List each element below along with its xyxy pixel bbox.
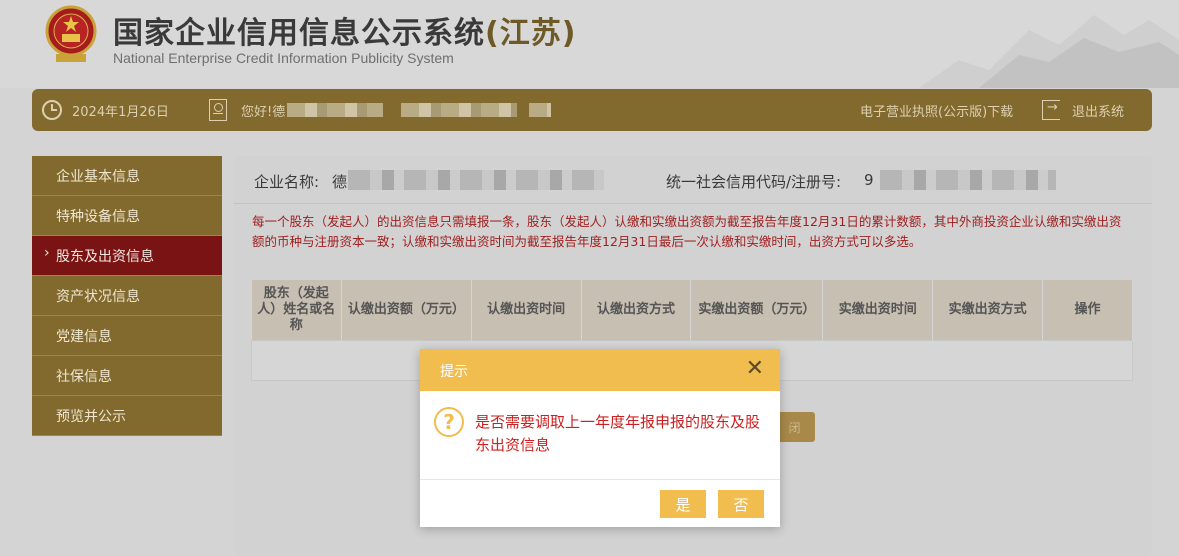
national-emblem-icon [45,5,97,62]
close-icon[interactable]: ✕ [746,357,764,381]
col-paid-amount: 实缴出资额（万元） [690,280,824,340]
clock-icon [42,100,62,120]
dialog-divider [420,479,780,480]
logout-link[interactable]: 退出系统 [1042,89,1124,131]
company-name-value: 德 [332,173,348,191]
filing-notice: 每一个股东（发起人）的出资信息只需填报一条，股东（发起人）认缴和实缴出资额为截至… [252,214,1122,249]
col-paid-method: 实缴出资方式 [932,280,1044,340]
credit-code-label: 统一社会信用代码/注册号: [666,173,842,191]
sidebar-item-special-equipment[interactable]: 特种设备信息 [32,196,222,236]
dialog-title: 提示 [440,364,468,380]
mountain-landscape-decoration [919,15,1179,88]
credit-code-value: 9 [864,171,874,189]
greeting-text: 您好!德 [241,104,286,120]
sidebar-item-social-security[interactable]: 社保信息 [32,356,222,396]
col-subscribed-method: 认缴出资方式 [581,280,692,340]
sidebar-item-assets[interactable]: 资产状况信息 [32,276,222,316]
col-shareholder-name: 股东（发起人）姓名或名称 [251,280,342,340]
sidebar-item-basic-info[interactable]: 企业基本信息 [32,156,222,196]
no-button[interactable]: 否 [718,490,764,518]
redacted-name [529,103,552,117]
sidebar-nav: 企业基本信息 特种设备信息 股东及出资信息 资产状况信息 党建信息 社保信息 预… [32,156,222,436]
col-paid-time: 实缴出资时间 [822,280,934,340]
province-label: (江苏) [485,16,577,51]
redacted-credit-code [880,170,1056,190]
company-info-row: 企业名称: 德 统一社会信用代码/注册号: 9 [234,156,1152,204]
redacted-name [401,103,518,117]
company-name-label: 企业名称: [254,173,320,191]
col-subscribed-time: 认缴出资时间 [471,280,582,340]
user-greeting: 您好!德 [209,89,552,131]
site-title-en: National Enterprise Credit Information P… [113,50,454,66]
redacted-company-name [348,170,604,190]
logout-icon [1042,100,1060,120]
license-download-link[interactable]: 电子营业执照(公示版)下载 [860,89,1013,131]
dialog-header: 提示 ✕ [420,349,780,391]
site-title: 国家企业信用信息公示系统(江苏) [113,16,577,51]
sidebar-item-party-building[interactable]: 党建信息 [32,316,222,356]
redacted-name [287,103,384,117]
col-actions: 操作 [1042,280,1133,340]
sidebar-item-preview-publish[interactable]: 预览并公示 [32,396,222,436]
sidebar-item-shareholders[interactable]: 股东及出资信息 [32,236,222,276]
question-icon: ? [434,407,464,437]
date-text: 2024年1月26日 [72,104,169,120]
close-button[interactable]: 闭 [774,412,815,442]
prompt-dialog: 提示 ✕ ? 是否需要调取上一年度年报申报的股东及股东出资信息 是 否 [420,349,780,527]
col-subscribed-amount: 认缴出资额（万元） [341,280,472,340]
dialog-message: 是否需要调取上一年度年报申报的股东及股东出资信息 [475,413,761,454]
date-display: 2024年1月26日 [42,89,169,131]
logout-text: 退出系统 [1072,104,1125,120]
site-header: 国家企业信用信息公示系统(江苏) National Enterprise Cre… [0,0,1179,88]
user-icon [209,99,227,121]
top-bar: 2024年1月26日 您好!德 电子营业执照(公示版)下载 退出系统 [32,89,1152,131]
yes-button[interactable]: 是 [660,490,706,518]
